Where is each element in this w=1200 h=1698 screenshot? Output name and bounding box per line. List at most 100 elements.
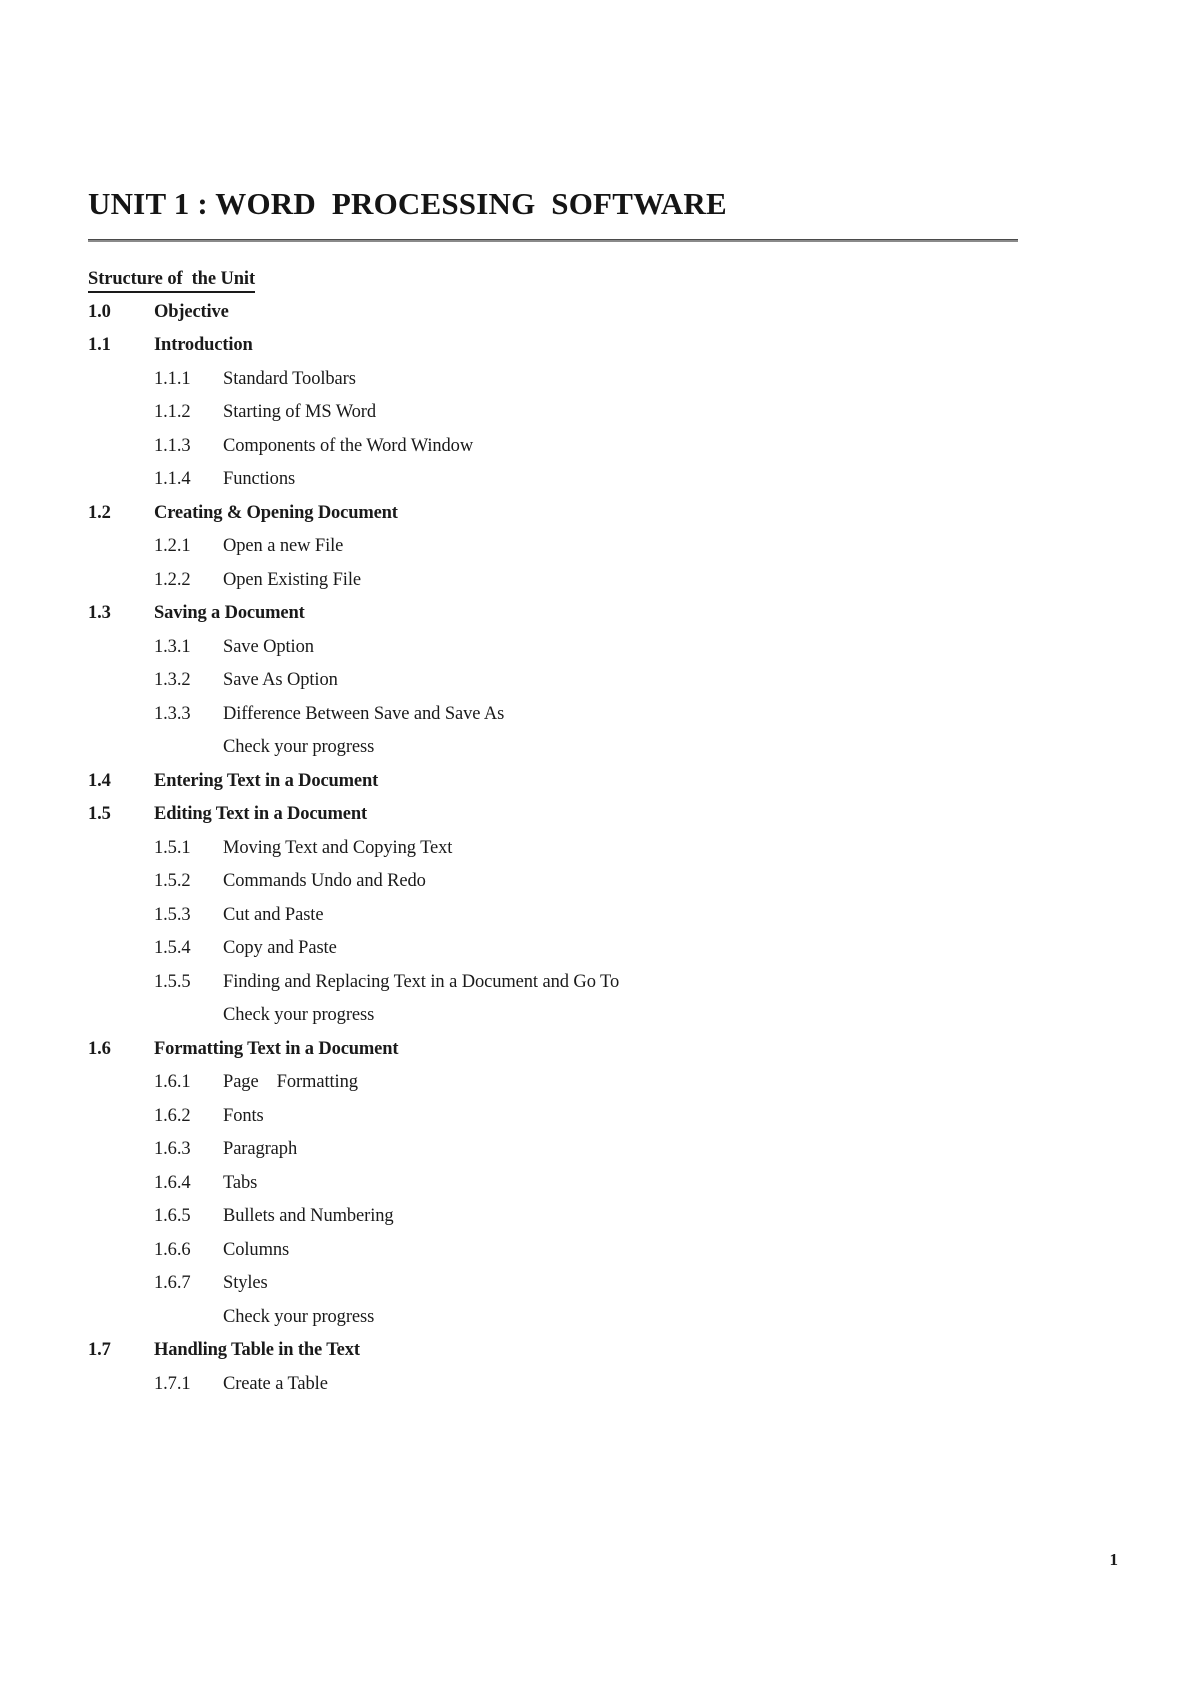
toc-row[interactable]: 1.2 Creating & Opening Document: [88, 504, 1048, 538]
toc-item-number: 1.5: [88, 804, 111, 825]
toc-row[interactable]: 1.6 Formatting Text in a Document: [88, 1040, 1048, 1074]
toc-row[interactable]: 1.1.1 Standard Toolbars: [88, 370, 1048, 404]
toc-note-row[interactable]: Check your progress: [88, 1308, 1048, 1342]
toc-item-label: Open a new File: [223, 536, 344, 557]
toc-item-label: Objective: [154, 301, 229, 322]
page-number: 1: [1109, 1550, 1119, 1569]
toc-item-label: Standard Toolbars: [223, 368, 356, 389]
toc-item-number: 1.6.3: [154, 1139, 191, 1160]
toc-item-label: Components of the Word Window: [223, 435, 474, 456]
toc-item-number: 1.5.4: [154, 938, 191, 959]
toc-item-label: Check your progress: [223, 737, 375, 758]
toc-item-label: Save As Option: [223, 670, 338, 691]
toc-item-number: 1.3.1: [154, 636, 191, 657]
toc-item-number: 1.3.3: [154, 703, 191, 724]
toc-item-number: 1.2.2: [154, 569, 191, 590]
toc-item-number: 1.6.1: [154, 1072, 191, 1093]
toc-item-number: 1.4: [88, 770, 111, 791]
toc-item-number: 1.1: [88, 335, 111, 356]
toc-item-label: Columns: [223, 1239, 290, 1260]
toc-item-number: 1.0: [88, 301, 111, 322]
toc-row[interactable]: 1.1.4 Functions: [88, 470, 1048, 504]
toc-item-number: 1.3.2: [154, 670, 191, 691]
toc-row[interactable]: 1.4 Entering Text in a Document: [88, 772, 1048, 806]
toc-item-label: Starting of MS Word: [223, 402, 377, 423]
toc-row[interactable]: 1.3.3 Difference Between Save and Save As: [88, 705, 1048, 739]
toc-item-label: Difference Between Save and Save As: [223, 703, 505, 724]
toc-item-number: 1.5.2: [154, 871, 191, 892]
toc-row[interactable]: 1.3 Saving a Document: [88, 604, 1048, 638]
toc-row[interactable]: 1.1 Introduction: [88, 336, 1048, 370]
toc-note-row[interactable]: Check your progress: [88, 738, 1048, 772]
toc-item-label: Page Formatting: [223, 1072, 358, 1093]
toc-row[interactable]: 1.6.7 Styles: [88, 1274, 1048, 1308]
toc-item-label: Tabs: [223, 1172, 258, 1193]
toc-row[interactable]: 1.5.5 Finding and Replacing Text in a Doc…: [88, 973, 1048, 1007]
toc-item-number: 1.1.1: [154, 368, 191, 389]
toc-item-label: Editing Text in a Document: [154, 804, 367, 825]
toc-row[interactable]: 1.5.1 Moving Text and Copying Text: [88, 839, 1048, 873]
toc-item-number: 1.1.3: [154, 435, 191, 456]
document-page: UNIT 1 : WORD PROCESSING SOFTWARE Struct…: [0, 0, 1200, 1698]
toc-item-label: Bullets and Numbering: [223, 1206, 394, 1227]
toc-row[interactable]: 1.0 Objective: [88, 303, 1048, 337]
toc-item-label: Moving Text and Copying Text: [223, 837, 453, 858]
toc-item-number: 1.6.2: [154, 1105, 191, 1126]
toc-row[interactable]: 1.1.2 Starting of MS Word: [88, 403, 1048, 437]
toc-item-number: 1.3: [88, 603, 111, 624]
toc-row[interactable]: 1.3.1 Save Option: [88, 638, 1048, 672]
structure-of-unit-heading: Structure of the Unit: [88, 269, 255, 293]
toc-row[interactable]: 1.6.5 Bullets and Numbering: [88, 1207, 1048, 1241]
toc-note-row[interactable]: Check your progress: [88, 1006, 1048, 1040]
toc-item-label: Saving a Document: [154, 603, 305, 624]
toc-item-number: 1.6.6: [154, 1239, 191, 1260]
toc-item-number: 1.5.1: [154, 837, 191, 858]
toc-item-number: 1.6.5: [154, 1206, 191, 1227]
toc-item-number: 1.7.1: [154, 1373, 191, 1394]
toc-row[interactable]: 1.2.2 Open Existing File: [88, 571, 1048, 605]
toc-row[interactable]: 1.7.1 Create a Table: [88, 1375, 1048, 1409]
toc-row[interactable]: 1.5 Editing Text in a Document: [88, 805, 1048, 839]
toc-row[interactable]: 1.6.4 Tabs: [88, 1174, 1048, 1208]
toc-item-label: Entering Text in a Document: [154, 770, 379, 791]
toc-item-label: Handling Table in the Text: [154, 1340, 360, 1361]
title-divider: [88, 238, 1018, 242]
toc-item-label: Check your progress: [223, 1306, 375, 1327]
toc-item-label: Commands Undo and Redo: [223, 871, 426, 892]
toc-item-label: Formatting Text in a Document: [154, 1038, 399, 1059]
toc-row[interactable]: 1.5.2 Commands Undo and Redo: [88, 872, 1048, 906]
toc-row[interactable]: 1.6.1 Page Formatting: [88, 1073, 1048, 1107]
toc-item-label: Cut and Paste: [223, 904, 324, 925]
toc-row[interactable]: 1.5.4 Copy and Paste: [88, 939, 1048, 973]
toc-row[interactable]: 1.5.3 Cut and Paste: [88, 906, 1048, 940]
toc-row[interactable]: 1.6.3 Paragraph: [88, 1140, 1048, 1174]
toc-row[interactable]: 1.6.6 Columns: [88, 1241, 1048, 1275]
toc-item-label: Functions: [223, 469, 296, 490]
toc-item-number: 1.6.4: [154, 1172, 191, 1193]
toc-item-number: 1.1.4: [154, 469, 191, 490]
toc-item-label: Finding and Replacing Text in a Document…: [223, 971, 620, 992]
toc-row[interactable]: 1.6.2 Fonts: [88, 1107, 1048, 1141]
toc-row[interactable]: 1.1.3 Components of the Word Window: [88, 437, 1048, 471]
toc-item-number: 1.6: [88, 1038, 111, 1059]
page-content: UNIT 1 : WORD PROCESSING SOFTWARE Struct…: [88, 186, 1048, 1408]
toc-item-label: Paragraph: [223, 1139, 298, 1160]
toc-item-number: 1.5.3: [154, 904, 191, 925]
toc-item-label: Create a Table: [223, 1373, 328, 1394]
toc-row[interactable]: 1.7 Handling Table in the Text: [88, 1341, 1048, 1375]
toc-item-label: Creating & Opening Document: [154, 502, 398, 523]
toc-item-number: 1.2: [88, 502, 111, 523]
toc-item-label: Open Existing File: [223, 569, 361, 590]
toc-row[interactable]: 1.2.1 Open a new File: [88, 537, 1048, 571]
toc-item-label: Introduction: [154, 335, 253, 356]
toc-item-number: 1.5.5: [154, 971, 191, 992]
page-title: UNIT 1 : WORD PROCESSING SOFTWARE: [88, 186, 727, 221]
toc-row[interactable]: 1.3.2 Save As Option: [88, 671, 1048, 705]
toc-item-number: 1.7: [88, 1340, 111, 1361]
toc-item-number: 1.1.2: [154, 402, 191, 423]
toc-item-label: Save Option: [223, 636, 314, 657]
toc-item-label: Fonts: [223, 1105, 264, 1126]
toc-item-label: Copy and Paste: [223, 938, 337, 959]
toc-item-label: Styles: [223, 1273, 268, 1294]
toc-item-label: Check your progress: [223, 1005, 375, 1026]
